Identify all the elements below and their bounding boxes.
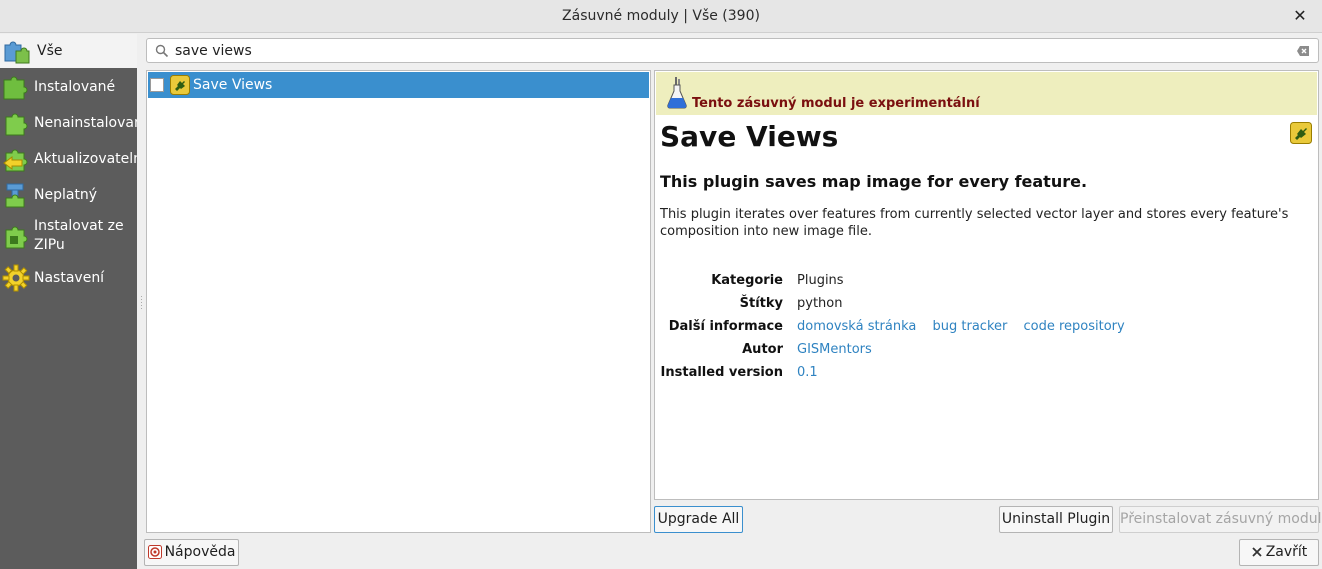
sidebar-item-label: Instalovat ze ZIPu xyxy=(34,218,124,253)
puzzle-not-installed-icon xyxy=(5,113,28,136)
plugin-icon xyxy=(170,75,190,95)
puzzle-invalid-icon xyxy=(5,183,25,208)
bug-tracker-link[interactable]: bug tracker xyxy=(933,319,1008,334)
experimental-banner: Tento zásuvný modul je experimentální xyxy=(656,72,1317,115)
puzzle-installed-icon xyxy=(3,76,28,100)
gear-icon xyxy=(2,264,30,292)
puzzle-all-icon xyxy=(4,41,30,64)
search-input[interactable] xyxy=(175,41,1275,60)
plugin-checkbox[interactable] xyxy=(150,78,164,92)
meta-row-tags: Štítky python xyxy=(660,292,1310,315)
window-close-button[interactable]: ✕ xyxy=(1290,6,1310,26)
plugin-details: Tento zásuvný modul je experimentální Sa… xyxy=(654,70,1319,500)
sidebar-item-label: Vše xyxy=(37,42,63,59)
meta-row-more-info: Další informace domovská stránka bug tra… xyxy=(660,315,1310,338)
meta-value: GISMentors xyxy=(797,338,884,361)
clear-search-icon[interactable] xyxy=(1296,44,1310,58)
code-repository-link[interactable]: code repository xyxy=(1024,319,1125,334)
meta-label: Kategorie xyxy=(711,273,783,288)
sidebar-item-install-zip[interactable]: Instalovat ze ZIPu xyxy=(0,214,137,258)
search-box xyxy=(146,38,1319,63)
homepage-link[interactable]: domovská stránka xyxy=(797,319,916,334)
title-bar: Zásuvné moduly | Vše (390) ✕ xyxy=(0,0,1322,33)
sidebar-item-invalid[interactable]: Neplatný xyxy=(0,178,137,212)
sidebar-item-label: Aktualizovatelné xyxy=(34,150,137,167)
author-link[interactable]: GISMentors xyxy=(797,342,872,357)
puzzle-upgradeable-icon xyxy=(3,149,28,172)
help-button-label: Nápověda xyxy=(164,544,236,560)
meta-value: 0.1 xyxy=(797,361,830,384)
list-item[interactable]: Save Views xyxy=(148,72,649,98)
splitter-handle[interactable] xyxy=(140,296,143,310)
meta-label: Další informace xyxy=(668,319,783,334)
close-icon xyxy=(1252,547,1262,557)
plugin-description: This plugin iterates over features from … xyxy=(660,207,1289,239)
plugin-title: Save Views xyxy=(660,120,839,153)
meta-row-author: Autor GISMentors xyxy=(660,338,1310,361)
sidebar-item-label: Neplatný xyxy=(34,186,98,203)
help-icon xyxy=(147,545,162,559)
meta-label: Installed version xyxy=(660,365,783,380)
uninstall-plugin-button[interactable]: Uninstall Plugin xyxy=(999,506,1113,533)
plugin-large-icon xyxy=(1290,122,1312,144)
meta-row-installed-version: Installed version 0.1 xyxy=(660,361,1310,384)
meta-value: Plugins xyxy=(797,273,844,288)
zip-install-icon xyxy=(5,226,28,249)
experimental-notice: Tento zásuvný modul je experimentální xyxy=(692,96,980,111)
meta-links: domovská stránka bug tracker code reposi… xyxy=(797,315,1137,338)
meta-row-category: Kategorie Plugins xyxy=(660,269,1310,292)
close-button[interactable]: Zavřít xyxy=(1239,539,1319,566)
list-item-label: Save Views xyxy=(193,77,273,93)
flask-icon xyxy=(667,77,687,109)
window-title: Zásuvné moduly | Vše (390) xyxy=(562,8,760,24)
sidebar-item-all[interactable]: Vše xyxy=(0,34,137,68)
reinstall-plugin-button[interactable]: Přeinstalovat zásuvný modul xyxy=(1119,506,1321,533)
sidebar-item-installed[interactable]: Instalované xyxy=(0,70,137,104)
sidebar: Vše Instalované Nenainstalované Aktualiz… xyxy=(0,34,137,569)
help-button[interactable]: Nápověda xyxy=(144,539,239,566)
close-button-label: Zavřít xyxy=(1265,544,1308,560)
meta-label: Štítky xyxy=(739,296,783,311)
meta-label: Autor xyxy=(742,342,783,357)
plugin-subtitle: This plugin saves map image for every fe… xyxy=(660,172,1088,191)
search-icon xyxy=(155,44,169,58)
sidebar-item-upgradeable[interactable]: Aktualizovatelné xyxy=(0,142,137,176)
sidebar-item-settings[interactable]: Nastavení xyxy=(0,261,137,295)
plugin-list: Save Views xyxy=(146,70,651,533)
sidebar-item-label: Nenainstalované xyxy=(34,114,137,131)
sidebar-item-not-installed[interactable]: Nenainstalované xyxy=(0,106,137,140)
meta-value: python xyxy=(797,296,843,311)
installed-version-link[interactable]: 0.1 xyxy=(797,365,818,380)
sidebar-item-label: Instalované xyxy=(34,78,116,95)
sidebar-item-label: Nastavení xyxy=(34,269,105,286)
upgrade-all-button[interactable]: Upgrade All xyxy=(654,506,743,533)
